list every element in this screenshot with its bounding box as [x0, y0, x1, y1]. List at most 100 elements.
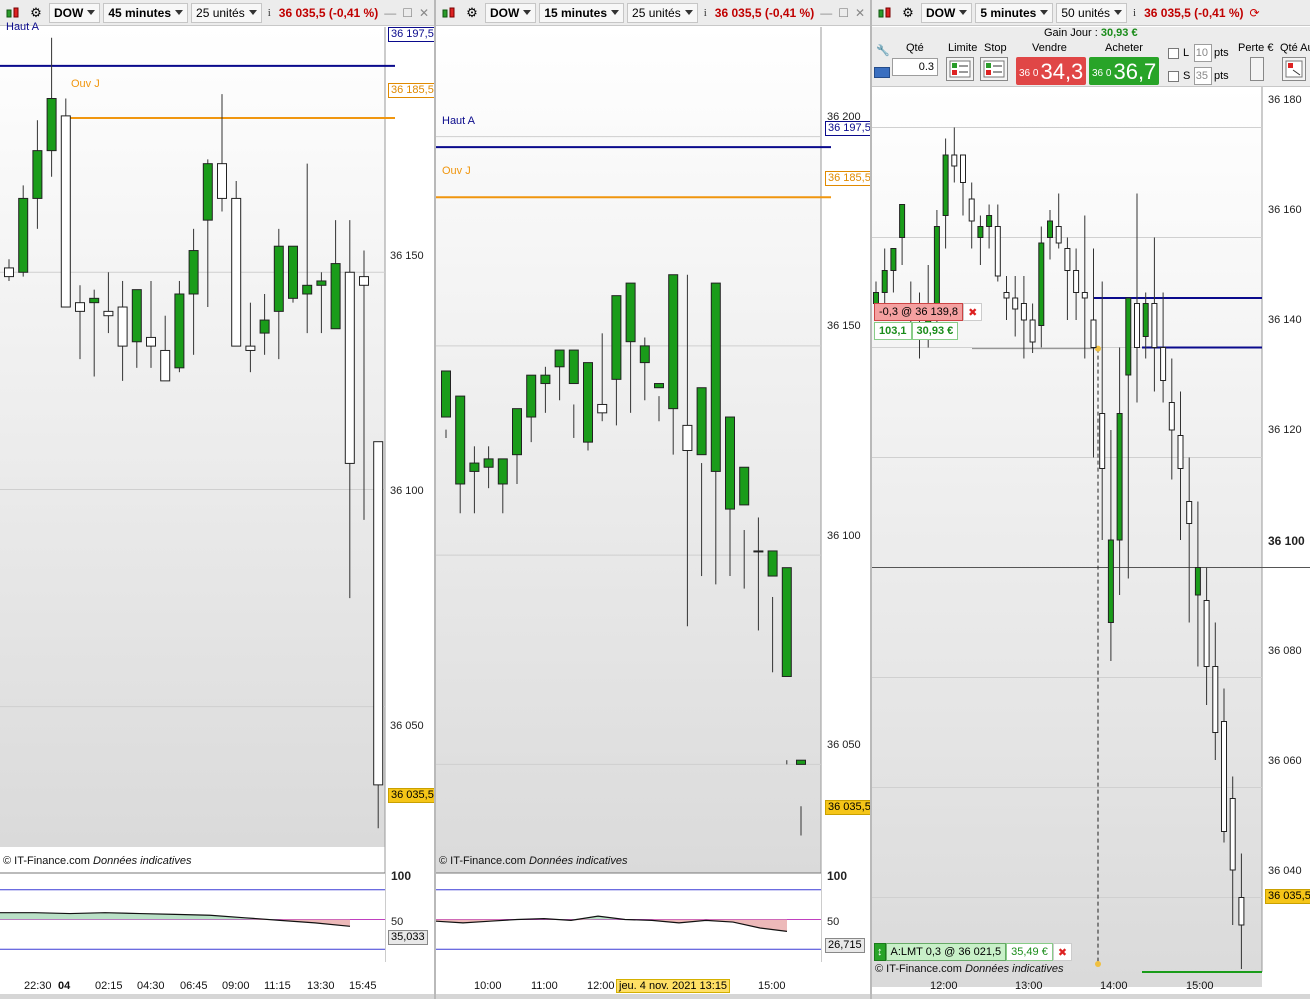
close-position-icon[interactable]: ✖: [963, 303, 983, 321]
timeframe-select[interactable]: 15 minutes: [539, 2, 625, 23]
candle-up: [933, 226, 940, 304]
candle-up: [302, 284, 313, 295]
candlestick-chart[interactable]: [872, 27, 1310, 999]
candle-down: [1090, 319, 1097, 348]
candle-up: [696, 387, 707, 456]
chart-background: [436, 27, 821, 879]
candle-down: [1081, 292, 1088, 299]
maximize-icon[interactable]: ☐: [402, 6, 413, 20]
candle-up: [316, 280, 327, 286]
candle-up: [639, 345, 650, 364]
candle-down: [951, 154, 958, 167]
drag-handle-icon[interactable]: ↕: [874, 943, 886, 961]
price-tick: 36 050: [827, 739, 861, 751]
close-icon[interactable]: ✕: [419, 6, 429, 20]
time-label: 12:00: [930, 980, 958, 992]
price-tick: 36 040: [1268, 865, 1302, 877]
minimize-icon[interactable]: —: [820, 6, 832, 20]
candle-down: [968, 198, 975, 222]
price-tick: 36 100: [390, 485, 424, 497]
candle-down: [994, 226, 1001, 277]
candle-up: [611, 295, 622, 380]
limit-order-value: 35,49 €: [1006, 943, 1053, 961]
cancel-order-icon[interactable]: ✖: [1052, 943, 1073, 961]
symbol-select[interactable]: DOW: [49, 2, 101, 23]
rsi-top-label: 100: [827, 869, 848, 883]
rsi-value-tag: 35,033: [388, 930, 428, 945]
ouv-j-label: Ouv J: [71, 78, 100, 90]
candle-up: [1125, 297, 1132, 376]
info-icon[interactable]: i: [704, 7, 707, 19]
position-bar[interactable]: -0,3 @ 36 139,8 ✖: [874, 303, 983, 321]
candle-up: [512, 408, 522, 456]
candle-up: [725, 416, 735, 510]
order-marker: [1095, 961, 1101, 967]
candle-down: [1177, 435, 1184, 469]
candle-down: [1134, 303, 1140, 348]
candle-up: [977, 226, 984, 238]
info-icon[interactable]: i: [268, 7, 271, 19]
candlestick-icon[interactable]: [439, 3, 459, 23]
candle-up: [288, 245, 298, 299]
maximize-icon[interactable]: ☐: [838, 6, 849, 20]
candle-up: [753, 550, 764, 553]
settings-icon[interactable]: ⚙: [898, 3, 918, 23]
candlestick-chart[interactable]: [0, 27, 436, 999]
candlestick-chart[interactable]: [436, 27, 872, 999]
candlestick-icon[interactable]: [875, 3, 895, 23]
ouv-j-label: Ouv J: [442, 165, 471, 177]
time-label: 11:00: [531, 980, 558, 992]
horizontal-scrollbar[interactable]: [872, 994, 1310, 999]
candle-up: [188, 250, 199, 295]
candle-up: [890, 248, 897, 271]
time-label: 12:00: [587, 980, 615, 992]
candle-up: [739, 466, 750, 506]
horizontal-scrollbar[interactable]: [436, 994, 870, 999]
candle-down: [1064, 248, 1071, 271]
settings-icon[interactable]: ⚙: [26, 3, 46, 23]
price-tick: 36 050: [390, 720, 424, 732]
last-price-tag: 36 035,5: [388, 788, 434, 803]
units-select[interactable]: 50 unités: [1056, 2, 1128, 23]
close-icon[interactable]: ✕: [855, 6, 865, 20]
price-tick: 36 160: [1268, 204, 1302, 216]
candle-down: [117, 306, 128, 347]
time-label: 14:00: [1100, 980, 1128, 992]
price-tick: 36 100: [1268, 534, 1305, 548]
candle-down: [160, 349, 171, 382]
candle-down: [1073, 270, 1080, 293]
symbol-select[interactable]: DOW: [921, 2, 973, 23]
chart-panel-5min: ⚙ DOW 5 minutes 50 unités i 36 035,5 (-0…: [872, 0, 1310, 999]
candle-up: [899, 204, 906, 238]
rsi-top-label: 100: [391, 869, 412, 883]
symbol-select[interactable]: DOW: [485, 2, 537, 23]
settings-icon[interactable]: ⚙: [462, 3, 482, 23]
time-label: 04: [58, 980, 71, 992]
haut-a-price-tag: 36 197,5: [388, 27, 434, 42]
candle-up: [1038, 242, 1045, 326]
haut-a-price-tag: 36 197,5: [825, 121, 870, 136]
limit-order-bar[interactable]: ↕ A:LMT 0,3 @ 36 021,5 35,49 € ✖: [874, 943, 1073, 961]
candlestick-icon[interactable]: [3, 3, 23, 23]
timeframe-select[interactable]: 5 minutes: [975, 2, 1054, 23]
candle-up: [526, 374, 537, 418]
candle-down: [1020, 303, 1027, 321]
candle-down: [1168, 402, 1175, 431]
price-tick: 36 150: [827, 320, 861, 332]
units-select[interactable]: 25 unités: [627, 2, 698, 23]
candle-up: [986, 215, 993, 227]
candle-up: [259, 319, 270, 334]
timeframe-select[interactable]: 45 minutes: [103, 2, 189, 23]
units-select[interactable]: 25 unités: [191, 2, 262, 23]
horizontal-scrollbar[interactable]: [0, 994, 434, 999]
sync-icon[interactable]: ⟳: [1250, 6, 1260, 20]
chart-background: [0, 27, 385, 847]
time-label: 10:00: [474, 980, 502, 992]
time-label: 13:30: [307, 980, 335, 992]
candle-up: [441, 370, 451, 418]
candle-down: [245, 345, 256, 351]
minimize-icon[interactable]: —: [384, 6, 396, 20]
info-icon[interactable]: i: [1133, 7, 1136, 19]
chart-toolbar: ⚙ DOW 45 minutes 25 unités i 36 035,5 (-…: [0, 0, 434, 26]
limit-order-label: A:LMT 0,3 @ 36 021,5: [885, 943, 1007, 961]
